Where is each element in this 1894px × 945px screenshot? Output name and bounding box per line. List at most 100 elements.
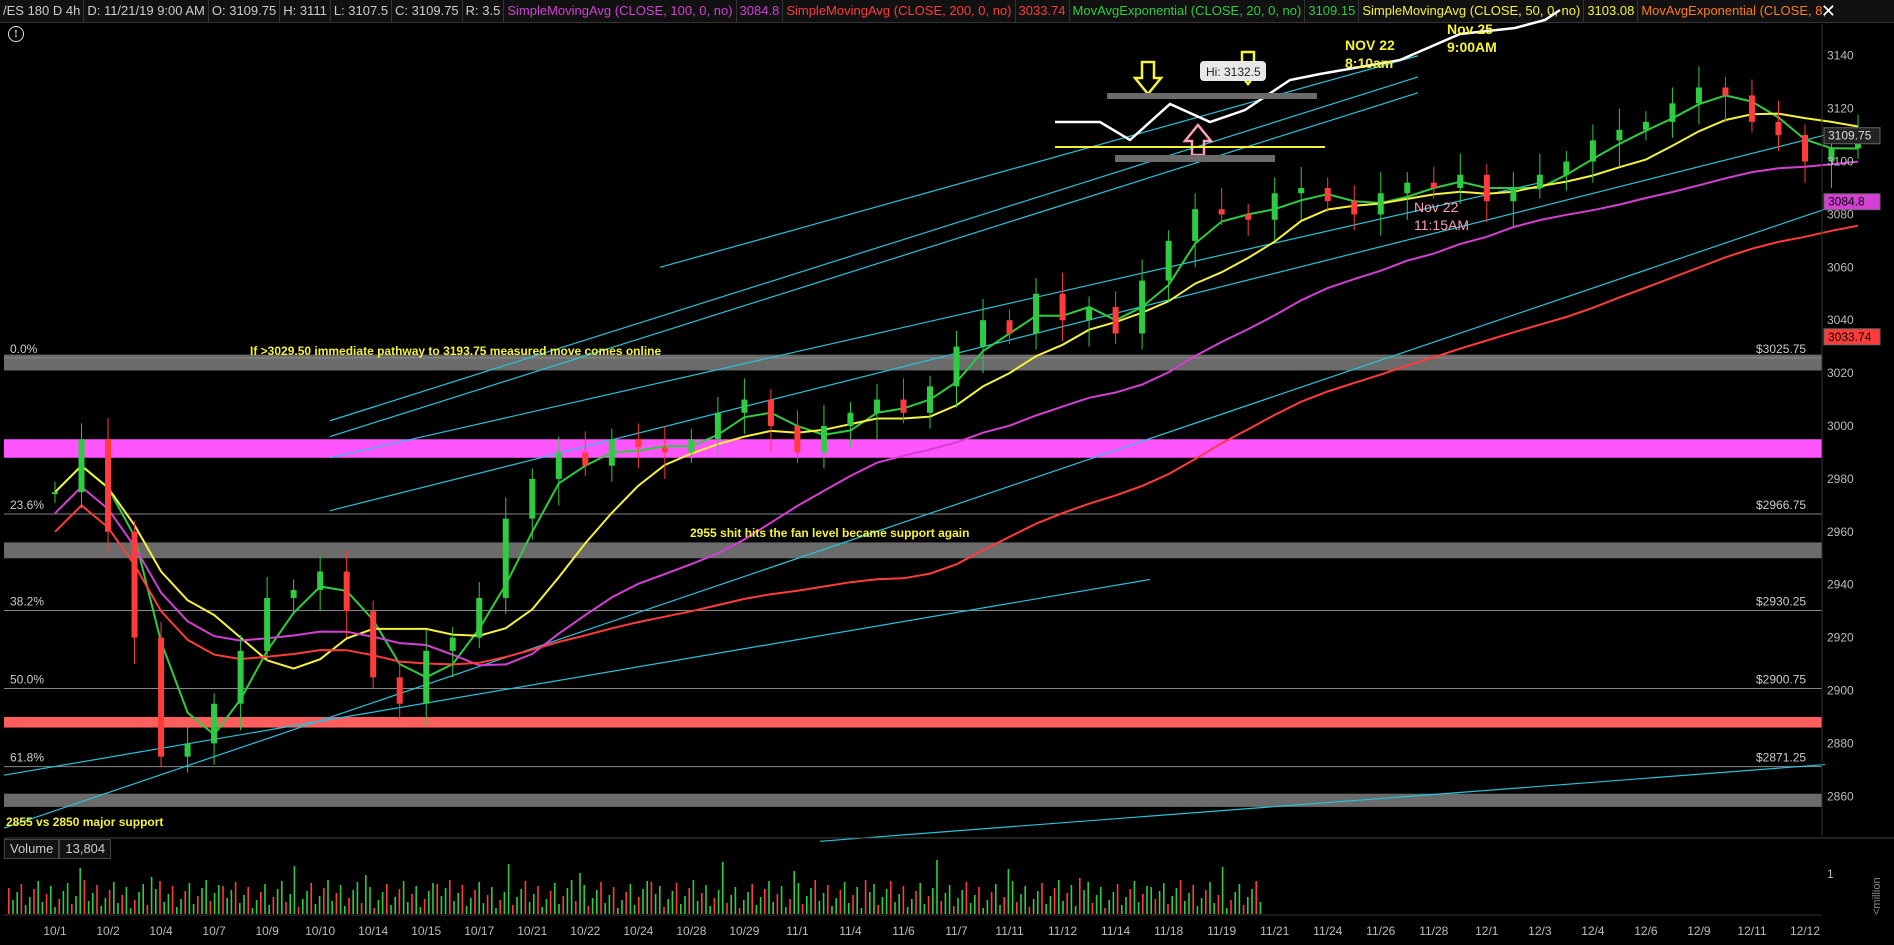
candle-body-26 bbox=[741, 399, 748, 413]
volume-bar-19 bbox=[87, 901, 90, 914]
volume-bar-24 bbox=[108, 890, 111, 914]
volume-bar-126 bbox=[537, 886, 539, 914]
volume-bar-13 bbox=[62, 891, 65, 914]
volume-bar-87 bbox=[373, 908, 375, 914]
candle-body-27 bbox=[767, 399, 774, 427]
volume-bar-199 bbox=[843, 882, 846, 914]
annotation-3: NOV 22 bbox=[1345, 37, 1395, 53]
volume-bar-32 bbox=[142, 884, 144, 914]
volume-bar-180 bbox=[764, 889, 766, 914]
volume-bar-138 bbox=[587, 906, 590, 914]
volume-bar-284 bbox=[1200, 898, 1203, 914]
annotation-9: Hi: 3132.5 bbox=[1206, 65, 1261, 79]
x-tick-11: 10/24 bbox=[623, 924, 653, 938]
volume-bar-228 bbox=[965, 882, 968, 914]
volume-bar-147 bbox=[625, 892, 627, 914]
volume-bar-204 bbox=[864, 880, 867, 914]
volume-bar-100 bbox=[428, 891, 430, 914]
volume-bar-139 bbox=[591, 898, 594, 914]
volume-bar-121 bbox=[516, 897, 518, 914]
volume-bar-64 bbox=[276, 889, 279, 914]
volume-bar-82 bbox=[352, 890, 354, 914]
volume-bar-202 bbox=[856, 887, 858, 914]
volume-bar-16 bbox=[75, 896, 77, 914]
volume-bar-157 bbox=[667, 899, 669, 914]
x-tick-12: 10/28 bbox=[676, 924, 706, 938]
volume-bar-182 bbox=[772, 902, 774, 914]
ema20-line bbox=[54, 94, 1859, 737]
volume-bar-111 bbox=[474, 890, 476, 914]
volume-bar-115 bbox=[491, 887, 493, 914]
y-tick-2: 2900 bbox=[1827, 684, 1854, 698]
volume-bar-166 bbox=[705, 885, 707, 914]
sma100-line bbox=[54, 160, 1859, 667]
volume-bar-60 bbox=[260, 892, 262, 914]
volume-bar-177 bbox=[751, 884, 753, 914]
volume-bar-213 bbox=[902, 886, 905, 914]
candle-body-58 bbox=[1589, 140, 1596, 162]
volume-bar-0 bbox=[8, 888, 10, 914]
volume-bar-227 bbox=[961, 890, 963, 914]
volume-bar-189 bbox=[801, 904, 804, 914]
volume-bar-258 bbox=[1091, 903, 1094, 914]
volume-bar-206 bbox=[873, 884, 875, 914]
volume-bar-235 bbox=[995, 884, 997, 914]
volume-bar-151 bbox=[642, 889, 644, 914]
volume-bar-44 bbox=[192, 904, 195, 914]
volume-bar-63 bbox=[272, 897, 275, 914]
annotation-0: If >3029.50 immediate pathway to 3193.75… bbox=[250, 344, 662, 358]
fib-pct-0: 0.0% bbox=[10, 342, 38, 356]
candle-body-15 bbox=[449, 637, 456, 651]
candle-body-11 bbox=[343, 571, 350, 612]
volume-bar-201 bbox=[852, 895, 854, 914]
annotation-2: 2855 vs 2850 major support bbox=[6, 815, 163, 829]
candle-body-18 bbox=[529, 478, 536, 519]
volume-bar-97 bbox=[415, 886, 417, 914]
volume-bar-91 bbox=[390, 905, 392, 914]
y-tick-3: 2920 bbox=[1827, 631, 1854, 645]
volume-unit-label: <million bbox=[1871, 877, 1883, 915]
volume-bar-43 bbox=[188, 883, 191, 914]
volume-bar-114 bbox=[486, 895, 489, 914]
volume-bar-234 bbox=[990, 892, 993, 914]
candle-body-49 bbox=[1351, 201, 1358, 215]
x-tick-20: 11/14 bbox=[1101, 924, 1130, 938]
volume-bar-124 bbox=[528, 902, 531, 914]
volume-bar-105 bbox=[449, 880, 451, 914]
nov22-1115-arrow bbox=[1182, 123, 1214, 157]
volume-bar-262 bbox=[1108, 900, 1110, 914]
x-tick-26: 11/28 bbox=[1419, 924, 1448, 938]
volume-bar-263 bbox=[1112, 892, 1115, 914]
candle-body-63 bbox=[1722, 87, 1729, 96]
volume-bar-291 bbox=[1230, 900, 1232, 914]
volume-bar-137 bbox=[583, 885, 585, 914]
volume-label: Volume 13,804 bbox=[4, 839, 112, 859]
volume-bar-39 bbox=[171, 886, 174, 914]
volume-bar-191 bbox=[810, 888, 812, 914]
price-chart[interactable]: 1 <million 2860 2880 2900 2920 2940 2960 2980 30… bbox=[0, 0, 1894, 945]
volume-bar-239 bbox=[1011, 881, 1014, 914]
candle-body-6 bbox=[211, 703, 218, 744]
volume-bar-217 bbox=[919, 883, 921, 914]
volume-bar-190 bbox=[806, 896, 808, 914]
candle-body-60 bbox=[1642, 121, 1649, 130]
volume-bar-109 bbox=[465, 906, 468, 914]
fib-price-3: $2900.75 bbox=[1756, 673, 1806, 687]
volume-bar-226 bbox=[957, 898, 959, 914]
volume-bar-240 bbox=[1016, 902, 1018, 914]
volume-bar-3 bbox=[20, 884, 23, 914]
volume-bar-145 bbox=[617, 908, 619, 914]
volume-bar-252 bbox=[1066, 893, 1068, 914]
candle-body-25 bbox=[714, 412, 721, 440]
volume-bar-260 bbox=[1100, 887, 1102, 914]
volume-bar-231 bbox=[978, 887, 980, 914]
candle-body-39 bbox=[1086, 307, 1093, 321]
volume-bar-208 bbox=[881, 897, 884, 914]
volume-bar-141 bbox=[600, 882, 602, 914]
volume-bar-95 bbox=[407, 902, 409, 914]
volume-bar-205 bbox=[869, 892, 871, 914]
volume-bar-253 bbox=[1070, 885, 1073, 914]
volume-bar-10 bbox=[50, 886, 52, 914]
volume-bar-23 bbox=[104, 898, 107, 914]
channel-line-1 bbox=[329, 92, 1419, 438]
